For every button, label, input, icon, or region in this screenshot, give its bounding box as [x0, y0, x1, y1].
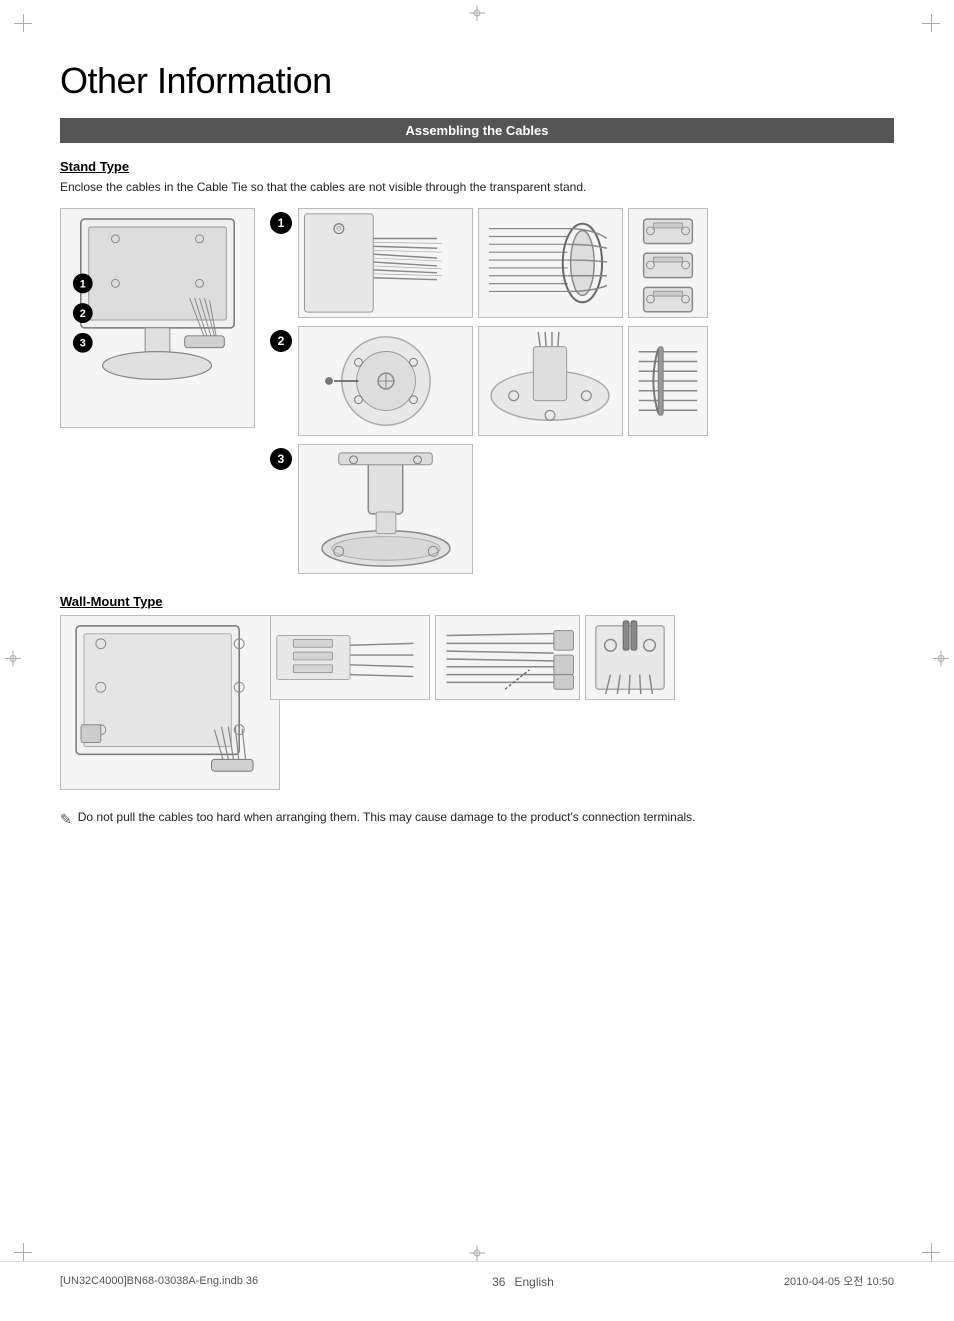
footer-file: [UN32C4000]BN68-03038A-Eng.indb 36: [60, 1275, 258, 1287]
note-text: Do not pull the cables too hard when arr…: [78, 810, 696, 824]
step-2-badge: 2: [270, 330, 292, 352]
wall-mount-right-steps: [270, 615, 894, 790]
svg-text:⊙: ⊙: [336, 226, 342, 233]
step-3-row: 3: [270, 444, 894, 574]
step-1-badge: 1: [270, 212, 292, 234]
stand-type-desc: Enclose the cables in the Cable Tie so t…: [60, 180, 894, 194]
step3-img1: [298, 444, 473, 574]
step1-img2: [478, 208, 623, 318]
svg-text:1: 1: [80, 278, 86, 290]
footer: [UN32C4000]BN68-03038A-Eng.indb 36 36 En…: [0, 1261, 954, 1291]
step-2-images: [298, 326, 708, 436]
section-header: Assembling the Cables: [60, 118, 894, 143]
stand-type-area: 1 2 3 1: [60, 208, 894, 574]
stand-main-diagram: 1 2 3: [60, 208, 255, 428]
note-icon: ✎: [60, 811, 72, 828]
page-number: 36 English: [488, 1270, 554, 1291]
wall-step-img1: [270, 615, 430, 700]
step2-img1: [298, 326, 473, 436]
wall-mount-step-row: [270, 615, 894, 700]
page-container: Other Information Assembling the Cables …: [0, 0, 954, 1321]
wall-step-img2: [435, 615, 580, 700]
svg-text:2: 2: [80, 308, 86, 320]
page-title: Other Information: [60, 60, 894, 102]
step-1-row: 1 ⊙: [270, 208, 894, 318]
step-3-images: [298, 444, 473, 574]
step1-img3: [628, 208, 708, 318]
wall-mount-section: Wall-Mount Type: [60, 594, 894, 790]
stand-type-title: Stand Type: [60, 159, 894, 174]
step2-img2: [478, 326, 623, 436]
wall-mount-area: [60, 615, 894, 790]
wall-mount-title: Wall-Mount Type: [60, 594, 894, 609]
step2-img3: [628, 326, 708, 436]
step1-img1: ⊙: [298, 208, 473, 318]
stand-type-right-steps: 1 ⊙: [270, 208, 894, 574]
step-3-badge: 3: [270, 448, 292, 470]
stand-type-left-diagram: 1 2 3: [60, 208, 260, 574]
wall-mount-main-diagram: [60, 615, 280, 790]
svg-text:3: 3: [80, 338, 86, 350]
wall-mount-left-diagram: [60, 615, 260, 790]
wall-mount-step-images: [270, 615, 675, 700]
note-area: ✎ Do not pull the cables too hard when a…: [60, 810, 894, 828]
wall-step-img3: [585, 615, 675, 700]
step-1-images: ⊙: [298, 208, 708, 318]
step-2-row: 2: [270, 326, 894, 436]
footer-date: 2010-04-05 오전 10:50: [784, 1273, 894, 1289]
